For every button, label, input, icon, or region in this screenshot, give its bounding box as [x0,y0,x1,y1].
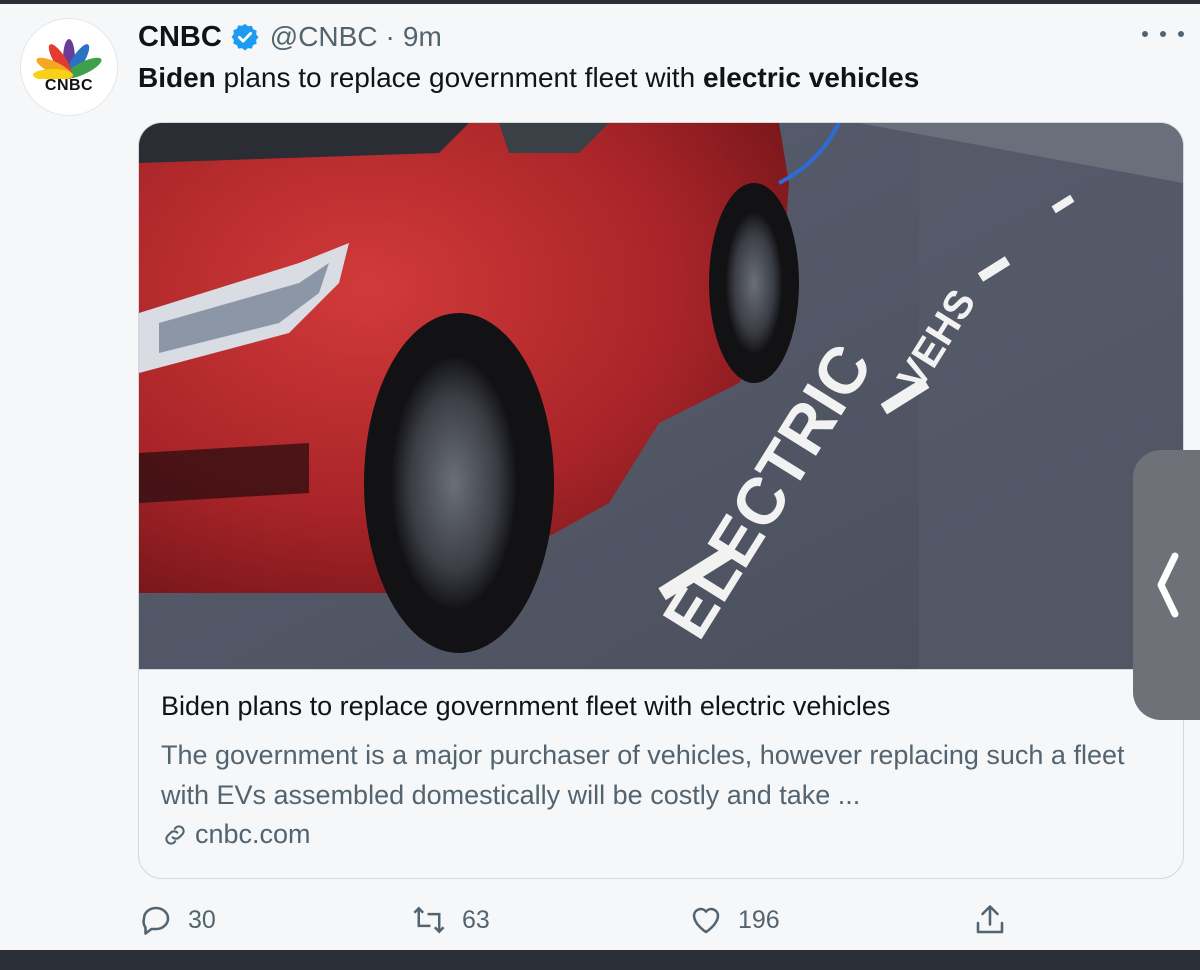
like-button[interactable]: 196 [688,900,780,940]
card-domain-text: cnbc.com [195,819,311,849]
card-image-red-electric-car[interactable]: ELECTRIC VEHS [139,123,1183,670]
retweet-count: 63 [462,905,490,934]
tweet-text-bold-ev: electric vehicles [702,62,920,93]
card-title: Biden plans to replace government fleet … [161,691,891,721]
cnbc-peacock-logo-icon [33,39,102,79]
more-dots-icon[interactable] [1142,22,1184,46]
author-handle[interactable]: @CNBC [270,21,378,53]
reply-count: 30 [188,905,216,934]
avatar[interactable]: CNBC [20,18,118,116]
heart-icon [692,907,720,934]
retweet-icon [413,906,445,934]
tweet-timestamp[interactable]: 9m [403,21,442,53]
tweet-text: Biden plans to replace government fleet … [138,62,919,94]
top-window-border [0,0,1200,4]
reply-button[interactable]: 30 [138,900,216,940]
tweet-text-bold-biden: Biden [138,62,216,93]
retweet-button[interactable]: 63 [410,900,490,940]
side-panel-handle[interactable] [1133,450,1200,720]
link-preview-card[interactable]: ELECTRIC VEHS Biden plans to replace gov… [138,122,1184,879]
card-domain: cnbc.com [161,819,311,850]
like-count: 196 [738,905,780,934]
chevron-left-icon [1157,552,1179,618]
card-description: The government is a major purchaser of v… [161,740,1125,810]
separator-dot: · [385,21,395,52]
share-button[interactable] [972,900,1022,940]
share-icon [976,905,1004,934]
avatar-logo-text: CNBC [44,77,94,94]
verified-badge-icon [230,22,260,52]
reply-icon [142,906,170,935]
tweet-header: CNBC @CNBC · 9m [138,20,442,54]
tweet-actions: 30 63 196 [0,900,1200,940]
author-name[interactable]: CNBC [138,21,222,54]
bottom-window-border [0,950,1200,970]
tweet-text-middle: plans to replace government fleet with [215,62,703,93]
link-icon [165,824,185,845]
